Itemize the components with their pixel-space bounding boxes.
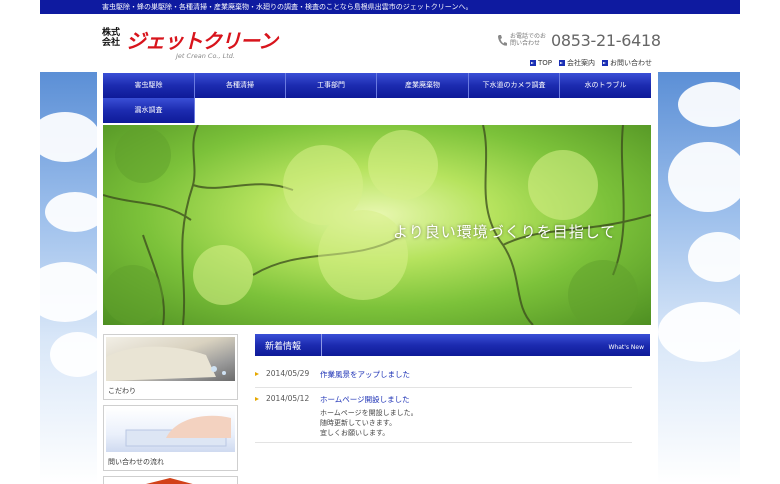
news-link[interactable]: 作業風景をアップしました [320, 369, 410, 380]
news-date: 2014/05/12 [266, 394, 310, 403]
top-link[interactable]: TOP [530, 58, 552, 68]
main-nav: 害虫駆除 各種清掃 工事部門 産業廃棄物 下水道のカメラ調査 水のトラブル 漏水… [103, 73, 651, 125]
news-body: ホームページを開設しました。 随時更新していきます。 宜しくお願いします。 [320, 408, 418, 438]
logo-english-name: Jet Crean Co., Ltd. [176, 52, 235, 60]
top-banner-text: 害虫駆除・蜂の巣駆除・各種清掃・産業廃棄物・水廻りの調査・検査のことなら島根県出… [102, 3, 473, 11]
nav-leak-investigation[interactable]: 漏水調査 [103, 98, 195, 123]
company-info-link[interactable]: 会社案内 [559, 58, 595, 68]
sidebar-card-inquiry-flow[interactable]: 問い合わせの流れ [103, 405, 238, 471]
sidebar-card-commitment[interactable]: こだわり [103, 334, 238, 400]
towel-image [106, 337, 235, 381]
news-item: 2014/05/29 作業風景をアップしました [255, 369, 632, 388]
contact-link[interactable]: お問い合わせ [602, 58, 652, 68]
news-body-line: 宜しくお願いします。 [320, 429, 390, 437]
nav-industrial-waste[interactable]: 産業廃棄物 [377, 73, 469, 98]
top-banner: 害虫駆除・蜂の巣駆除・各種清掃・産業廃棄物・水廻りの調査・検査のことなら島根県出… [40, 0, 740, 14]
top-link-label: TOP [538, 59, 553, 67]
arrow-right-icon [255, 372, 259, 376]
keyboard-hand-image [106, 408, 235, 452]
site-header: 株式会社 ジェットクリーン Jet Crean Co., Ltd. お電話でのお… [40, 14, 740, 72]
nav-cleaning[interactable]: 各種清掃 [195, 73, 286, 98]
news-body-line: ホームページを開設しました。 [320, 409, 418, 417]
news-body-line: 随時更新していきます。 [320, 419, 397, 427]
news-item: 2014/05/12 ホームページ開設しました ホームページを開設しました。 随… [255, 394, 632, 443]
arrow-square-icon [602, 60, 609, 66]
hero-tagline: より良い環境づくりを目指して [393, 223, 617, 241]
nav-pest-control[interactable]: 害虫駆除 [103, 73, 195, 98]
news-link[interactable]: ホームページ開設しました [320, 394, 410, 405]
sidebar-card-label: 問い合わせの流れ [108, 458, 164, 466]
nav-construction[interactable]: 工事部門 [286, 73, 377, 98]
arrow-right-icon [255, 397, 259, 401]
news-header-divider [321, 334, 322, 356]
nav-water-trouble[interactable]: 水のトラブル [560, 73, 651, 98]
sky-background-right [658, 72, 740, 484]
sky-background-left [40, 72, 97, 484]
hero-image: より良い環境づくりを目指して [103, 125, 651, 325]
logo-company-type: 株式会社 [102, 28, 121, 48]
news-date: 2014/05/29 [266, 369, 310, 378]
arrow-square-icon [559, 60, 566, 66]
news-subtitle: What's New [608, 344, 644, 351]
nav-sewer-camera[interactable]: 下水道のカメラ調査 [469, 73, 560, 98]
house-icon [146, 478, 193, 484]
sidebar-card-partial[interactable] [103, 476, 238, 484]
phone-icon [498, 35, 507, 46]
news-header: 新着情報 What's New [255, 334, 650, 356]
contact-link-label: お問い合わせ [610, 59, 653, 67]
sidebar-card-label: こだわり [108, 387, 136, 395]
site-logo[interactable]: ジェットクリーン [126, 25, 278, 54]
arrow-square-icon [530, 60, 536, 66]
header-links: TOP 会社案内 お問い合わせ [530, 58, 652, 68]
news-title: 新着情報 [265, 342, 302, 352]
phone-number[interactable]: 0853-21-6418 [551, 31, 661, 50]
company-info-link-label: 会社案内 [567, 59, 596, 67]
phone-caption: お電話でのお問い合わせ [510, 33, 547, 47]
